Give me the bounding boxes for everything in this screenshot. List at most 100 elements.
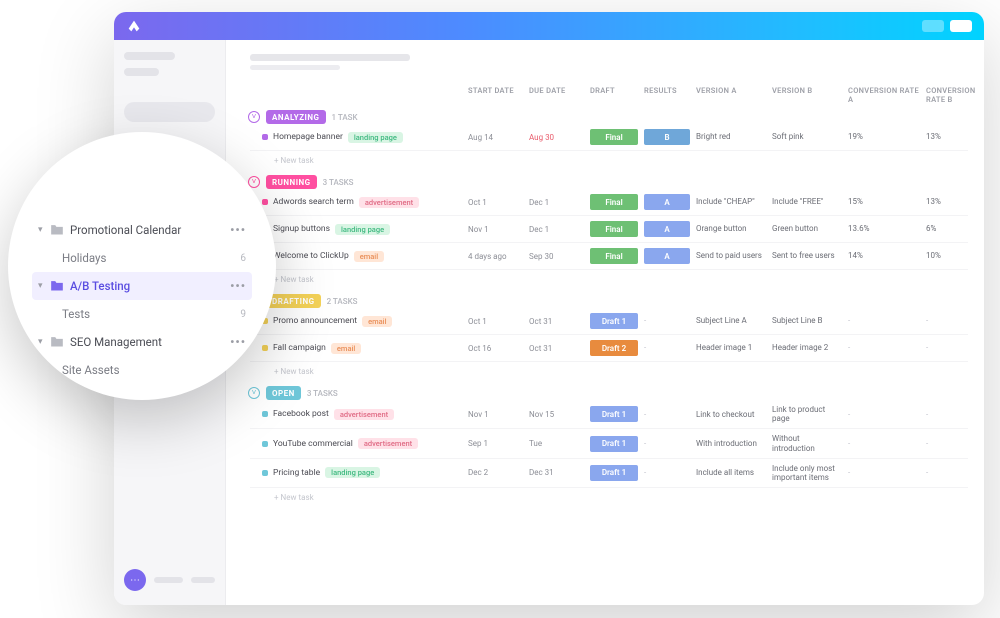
start-date[interactable]: Nov 1 [468,410,523,419]
tag[interactable]: email [362,316,392,327]
collapse-icon[interactable]: ˅ [248,111,260,123]
status-pill[interactable]: DRAFTING [266,294,321,308]
tag[interactable]: advertisement [359,197,419,208]
status-pill[interactable]: OPEN [266,386,301,400]
draft-chip[interactable]: Final [590,221,638,237]
start-date[interactable]: Dec 2 [468,468,523,477]
start-date[interactable]: Oct 1 [468,317,523,326]
start-date[interactable]: 4 days ago [468,252,523,261]
version-b[interactable]: Sent to free users [772,251,842,260]
due-date[interactable]: Oct 31 [529,317,584,326]
tag[interactable]: landing page [325,467,380,478]
task-row[interactable]: Signup buttons landing page Nov 1 Dec 1 … [250,216,968,243]
sidebar-list-item[interactable]: Holidays6 [32,244,252,272]
task-name: Facebook post [273,409,329,419]
version-b[interactable]: Without introduction [772,434,842,452]
conv-rate-a: 15% [848,197,920,206]
status-pill[interactable]: RUNNING [266,175,317,189]
task-row[interactable]: Pricing table landing page Dec 2 Dec 31 … [250,459,968,488]
sidebar-list-item[interactable]: Tests9 [32,300,252,328]
due-date[interactable]: Nov 15 [529,410,584,419]
tag[interactable]: email [354,251,384,262]
status-pill[interactable]: ANALYZING [266,110,326,124]
version-b[interactable]: Include only most important items [772,464,842,482]
task-row[interactable]: Facebook post advertisement Nov 1 Nov 15… [250,400,968,429]
group-header[interactable]: ˅ RUNNING 3 TASKS [248,175,968,189]
version-b[interactable]: Link to product page [772,405,842,423]
draft-chip[interactable]: Draft 1 [590,313,638,329]
result-chip[interactable]: A [644,194,690,210]
due-date[interactable]: Dec 1 [529,225,584,234]
due-date[interactable]: Dec 1 [529,198,584,207]
chat-icon[interactable]: ⋯ [124,569,146,591]
draft-chip[interactable]: Draft 2 [590,340,638,356]
draft-chip[interactable]: Draft 1 [590,406,638,422]
task-row[interactable]: Promo announcement email Oct 1 Oct 31 Dr… [250,308,968,335]
sidebar-search-placeholder[interactable] [124,102,215,122]
sidebar-list-item[interactable]: Site Assets6 [32,356,252,384]
version-a[interactable]: With introduction [696,439,766,448]
draft-chip[interactable]: Final [590,129,638,145]
tag[interactable]: email [331,343,361,354]
due-date[interactable]: Dec 31 [529,468,584,477]
collapse-icon[interactable]: ˅ [248,387,260,399]
version-b[interactable]: Header image 2 [772,343,842,352]
column-headers: START DATE DUE DATE DRAFT RESULTS VERSIO… [262,86,968,104]
tag[interactable]: landing page [335,224,390,235]
start-date[interactable]: Aug 14 [468,133,523,142]
tag[interactable]: advertisement [334,409,394,420]
draft-chip[interactable]: Final [590,194,638,210]
due-date[interactable]: Aug 30 [529,133,584,142]
tag[interactable]: advertisement [358,438,418,449]
due-date[interactable]: Sep 30 [529,252,584,261]
version-a[interactable]: Include "CHEAP" [696,197,766,206]
start-date[interactable]: Oct 1 [468,198,523,207]
version-b[interactable]: Soft pink [772,132,842,141]
version-a[interactable]: Bright red [696,132,766,141]
version-a[interactable]: Link to checkout [696,410,766,419]
start-date[interactable]: Sep 1 [468,439,523,448]
new-task-button[interactable]: + New task [250,488,968,506]
due-date[interactable]: Tue [529,439,584,448]
new-task-button[interactable]: + New task [250,270,968,288]
version-a[interactable]: Send to paid users [696,251,766,260]
result-chip[interactable]: A [644,221,690,237]
draft-chip[interactable]: Draft 1 [590,465,638,481]
task-row[interactable]: YouTube commercial advertisement Sep 1 T… [250,429,968,458]
group-header[interactable]: ˅ OPEN 3 TASKS [248,386,968,400]
result-chip[interactable]: B [644,129,690,145]
group-header[interactable]: ˅ DRAFTING 2 TASKS [248,294,968,308]
tag[interactable]: landing page [348,132,403,143]
version-b[interactable]: Subject Line B [772,316,842,325]
chevron-down-icon[interactable]: ▾ [38,337,48,347]
version-a[interactable]: Subject Line A [696,316,766,325]
new-task-button[interactable]: + New task [250,362,968,380]
start-date[interactable]: Oct 16 [468,344,523,353]
more-icon[interactable]: ••• [230,335,246,349]
sidebar-folder-item[interactable]: ▾SEO Management••• [32,328,252,356]
task-row[interactable]: Fall campaign email Oct 16 Oct 31 Draft … [250,335,968,362]
sidebar-folder-item[interactable]: ▾Promotional Calendar••• [32,216,252,244]
chevron-down-icon[interactable]: ▾ [38,281,48,291]
version-a[interactable]: Orange button [696,224,766,233]
version-b[interactable]: Include "FREE" [772,197,842,206]
draft-chip[interactable]: Final [590,248,638,264]
due-date[interactable]: Oct 31 [529,344,584,353]
task-row[interactable]: Adwords search term advertisement Oct 1 … [250,189,968,216]
group-running: ˅ RUNNING 3 TASKS Adwords search term ad… [250,175,968,288]
more-icon[interactable]: ••• [230,223,246,237]
version-a[interactable]: Header image 1 [696,343,766,352]
version-b[interactable]: Green button [772,224,842,233]
task-row[interactable]: Welcome to ClickUp email 4 days ago Sep … [250,243,968,270]
new-task-button[interactable]: + New task [250,151,968,169]
draft-chip[interactable]: Draft 1 [590,436,638,452]
version-a[interactable]: Include all items [696,468,766,477]
conv-rate-b: - [926,439,984,448]
task-row[interactable]: Homepage banner landing page Aug 14 Aug … [250,124,968,151]
group-header[interactable]: ˅ ANALYZING 1 TASK [248,110,968,124]
start-date[interactable]: Nov 1 [468,225,523,234]
result-chip[interactable]: A [644,248,690,264]
sidebar-folder-item[interactable]: ▾A/B Testing••• [32,272,252,300]
more-icon[interactable]: ••• [230,279,246,293]
chevron-down-icon[interactable]: ▾ [38,225,48,235]
